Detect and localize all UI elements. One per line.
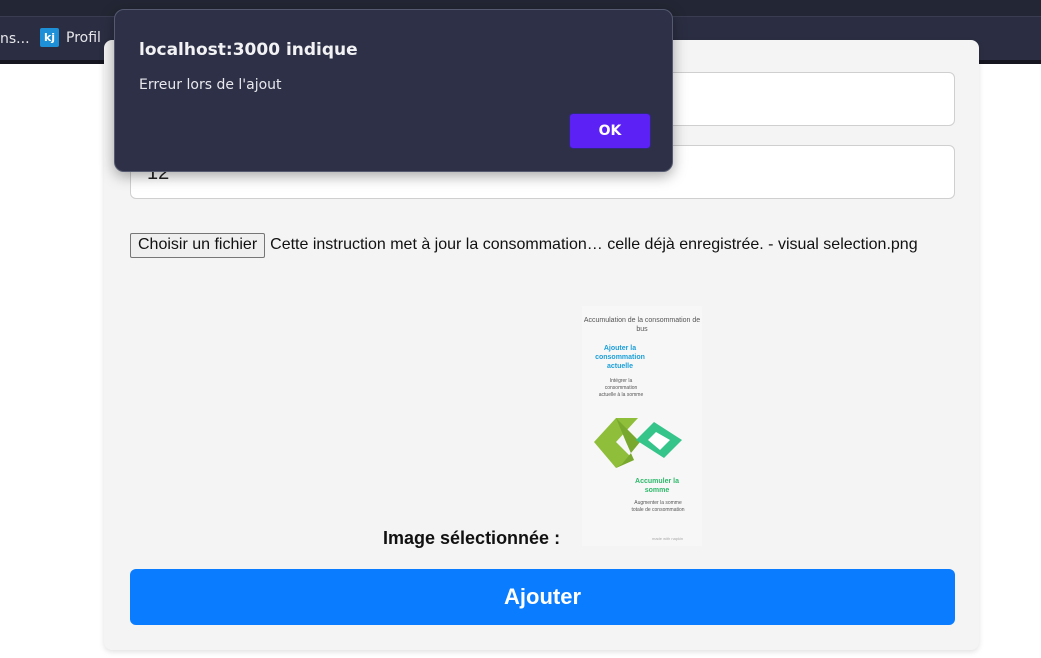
preview-title: Accumulation de la consommation de bus [583, 317, 701, 333]
dialog-message: Erreur lors de l'ajout [139, 77, 282, 93]
preview-step2-desc: Augmenter la somme totale de consommatio… [631, 500, 685, 513]
bookmark-profil-label: Profil [66, 29, 101, 46]
dialog-title: localhost:3000 indique [139, 40, 358, 60]
preview-graphic [594, 418, 682, 468]
add-button[interactable]: Ajouter [130, 569, 955, 625]
preview-step2-title: Accumuler la somme [635, 478, 679, 494]
preview-step1-title: Ajouter la consommation actuelle [595, 345, 645, 370]
kj-icon: kj [40, 28, 59, 47]
bookmark-truncated[interactable]: ns... [0, 31, 30, 47]
preview-step1-desc: Intégrer la consommation actuelle à la s… [598, 378, 644, 398]
file-name-text: Cette instruction met à jour la consomma… [270, 236, 918, 253]
alert-dialog: localhost:3000 indique Erreur lors de l'… [114, 9, 673, 172]
ok-button[interactable]: OK [569, 113, 651, 149]
bookmark-profil[interactable]: kj Profil [40, 28, 101, 47]
choose-file-button[interactable]: Choisir un fichier [130, 232, 266, 258]
preview-credit: made with napkin [652, 536, 684, 541]
image-preview: Accumulation de la consommation de bus A… [582, 306, 702, 546]
selected-image-label: Image sélectionnée : [383, 528, 561, 548]
file-input[interactable]: Choisir un fichier Cette instruction met… [130, 232, 918, 258]
